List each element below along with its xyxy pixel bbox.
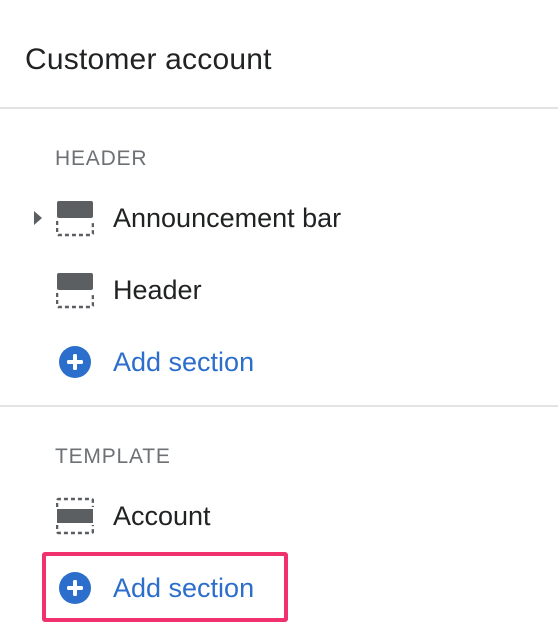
caret-spacer <box>28 268 56 312</box>
add-section-button-header[interactable]: Add section <box>28 340 528 384</box>
add-section-button-template[interactable]: Add section <box>28 566 528 610</box>
section-item-account[interactable]: Account <box>28 494 528 538</box>
caret-right-icon[interactable] <box>28 196 56 240</box>
panel-title: Customer account <box>25 43 272 76</box>
group-heading-template: TEMPLATE <box>55 445 171 468</box>
divider <box>0 405 558 407</box>
customer-account-panel: Customer account HEADER Announcement bar… <box>0 0 558 628</box>
plus-circle-icon <box>56 343 94 381</box>
group-heading-header: HEADER <box>55 147 148 170</box>
plus-circle-icon <box>56 569 94 607</box>
header-section-icon <box>56 271 94 309</box>
caret-spacer <box>28 494 56 538</box>
caret-spacer <box>28 340 56 384</box>
caret-spacer <box>28 566 56 610</box>
add-section-label: Add section <box>113 347 255 377</box>
add-section-label: Add section <box>113 573 255 603</box>
section-item-label: Account <box>113 501 211 531</box>
section-item-announcement-bar[interactable]: Announcement bar <box>28 196 528 240</box>
divider <box>0 107 558 109</box>
section-item-label: Announcement bar <box>113 203 342 233</box>
template-section-icon <box>56 497 94 535</box>
section-item-label: Header <box>113 275 202 305</box>
section-item-header[interactable]: Header <box>28 268 528 312</box>
header-section-icon <box>56 199 94 237</box>
